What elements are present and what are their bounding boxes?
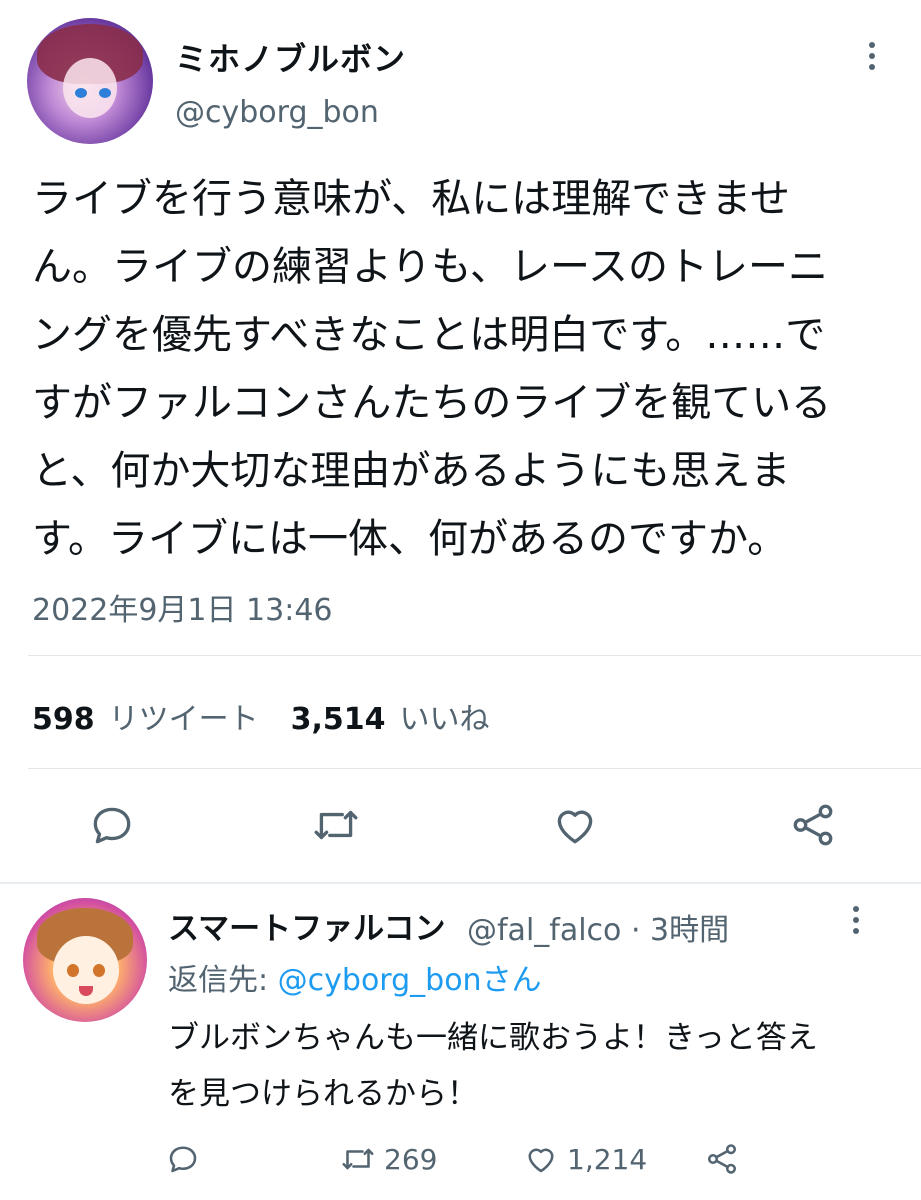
retweet-icon[interactable] (311, 800, 361, 850)
like-icon[interactable] (550, 800, 600, 850)
divider (28, 768, 921, 769)
tweet-timestamp[interactable]: 2022年9月1日 13:46 (32, 585, 333, 629)
divider (28, 655, 921, 656)
tweet-text: ライブを行う意味が、私には理解できませ ん。ライブの練習よりも、レースのトレーニ… (32, 165, 892, 573)
retweet-icon (340, 1141, 376, 1177)
share-icon (704, 1141, 740, 1177)
reply-reply-button[interactable] (165, 1139, 201, 1179)
reply-text-line: ブルボンちゃんも一緒に歌おうよ！きっと答え (168, 1020, 818, 1056)
tweet-text-line: すがファルコンさんたちのライブを観ている (32, 380, 832, 426)
reply-icon[interactable] (87, 800, 137, 850)
reply-like-count: 1,214 (567, 1142, 648, 1176)
reply-to: 返信先: @cyborg_bonさん (168, 955, 542, 999)
reply-to-prefix: 返信先: (168, 963, 278, 998)
reply-text: ブルボンちゃんも一緒に歌おうよ！きっと答え を見つけられるから！ (168, 1010, 888, 1122)
reply-share-button[interactable] (704, 1139, 740, 1179)
tweet-stats: 598 リツイート 3,514 いいね (32, 694, 522, 738)
share-icon[interactable] (788, 800, 838, 850)
tweet-text-line: す。ライブには一体、何があるのですか。 (32, 516, 788, 562)
more-options-icon[interactable] (858, 42, 886, 82)
like-icon (523, 1141, 559, 1177)
tweet-text-line: ングを優先すべきなことは明白です。……で (32, 312, 826, 358)
tweet-text-line: ライブを行う意味が、私には理解できませ (32, 176, 790, 222)
like-count[interactable]: 3,514 (291, 702, 386, 737)
reply-more-options-icon[interactable] (842, 906, 870, 946)
reply-text-line: を見つけられるから！ (168, 1076, 478, 1112)
retweet-count[interactable]: 598 (32, 702, 95, 737)
tweet-text-line: ん。ライブの練習よりも、レースのトレーニ (32, 244, 828, 290)
reply-retweet-count: 269 (384, 1142, 438, 1176)
reply-like-button[interactable]: 1,214 (523, 1139, 647, 1179)
display-name[interactable]: ミホノブルボン (175, 34, 406, 80)
user-handle[interactable]: @cyborg_bon (175, 95, 379, 130)
reply-handle-time[interactable]: @fal_falco · 3時間 (467, 905, 729, 949)
reply-display-name[interactable]: スマートファルコン (168, 903, 445, 948)
retweet-label[interactable]: リツイート (109, 694, 259, 738)
reply-retweet-button[interactable]: 269 (340, 1139, 437, 1179)
reply-avatar[interactable] (23, 898, 147, 1022)
like-label[interactable]: いいね (400, 694, 490, 738)
divider (0, 882, 921, 884)
reply-icon (165, 1141, 201, 1177)
avatar[interactable] (27, 18, 153, 144)
reply-to-mention[interactable]: @cyborg_bonさん (278, 963, 542, 998)
tweet-text-line: と、何か大切な理由があるようにも思えま (32, 448, 791, 494)
